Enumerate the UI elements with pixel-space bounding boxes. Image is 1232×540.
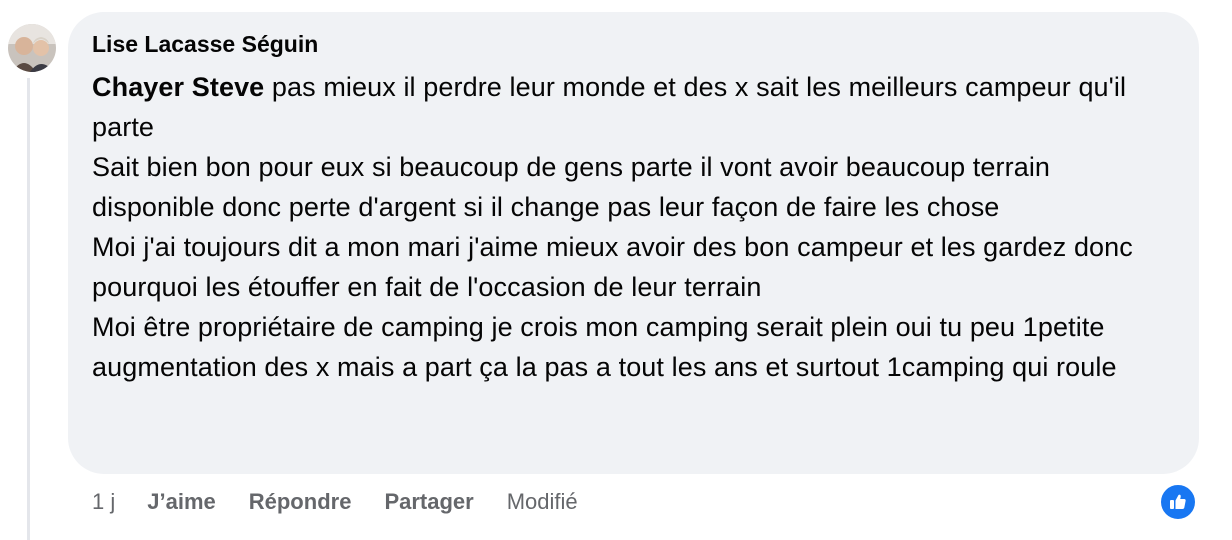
avatar[interactable] bbox=[8, 24, 56, 72]
avatar-photo bbox=[8, 24, 56, 72]
comment-body: Chayer Steve pas mieux il perdre leur mo… bbox=[92, 67, 1175, 387]
thumbs-up-icon bbox=[1170, 494, 1186, 509]
thread-line bbox=[27, 78, 30, 540]
comment-paragraph: Moi j'ai toujours dit a mon mari j'aime … bbox=[92, 232, 1133, 302]
comment-paragraph: Sait bien bon pour eux si beaucoup de ge… bbox=[92, 152, 1051, 222]
comment-paragraph: Chayer Steve pas mieux il perdre leur mo… bbox=[92, 67, 1175, 147]
comment-paragraph: Moi être propriétaire de camping je croi… bbox=[92, 312, 1117, 382]
comment-timestamp[interactable]: 1 j bbox=[92, 489, 115, 515]
comment-actions: 1 j J’aime Répondre Partager Modifié bbox=[92, 486, 611, 518]
reply-button[interactable]: Répondre bbox=[249, 489, 352, 515]
reaction-badge[interactable] bbox=[1159, 483, 1197, 521]
mention-link[interactable]: Chayer Steve bbox=[92, 72, 264, 102]
like-button[interactable]: J’aime bbox=[147, 489, 216, 515]
share-button[interactable]: Partager bbox=[384, 489, 473, 515]
edited-label: Modifié bbox=[506, 489, 578, 514]
comment-bubble: Lise Lacasse Séguin Chayer Steve pas mie… bbox=[68, 12, 1199, 474]
comment-author[interactable]: Lise Lacasse Séguin bbox=[92, 30, 1175, 58]
